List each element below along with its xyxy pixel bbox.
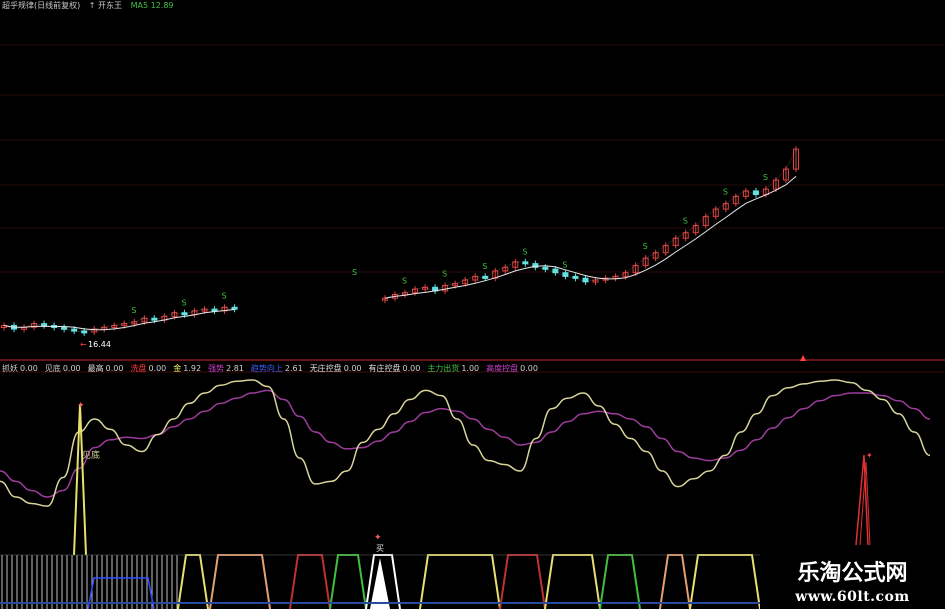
sell-marker: S [763, 173, 768, 182]
indicator-name: 金 [173, 364, 182, 373]
indicator-item: 有庄控盘 0.00 [369, 364, 421, 373]
min-price-label: 16.44 [88, 340, 111, 349]
indicator-name: 趋势向上 [250, 364, 283, 373]
indicator-name: 最高 [87, 364, 104, 373]
signal-trapezoid [289, 554, 331, 609]
watermark-line2: www.60lt.com [795, 589, 910, 605]
signal-trapezoid [689, 554, 761, 609]
indicator-value: 0.00 [105, 364, 124, 373]
spike-marker: ✦ [77, 401, 85, 411]
indicator-header: 抓妖 0.00 见底 0.00 最高 0.00 洗盘 0.00 金 1.92 强势 2.81 趋势向上 2… [2, 363, 545, 374]
indicator-name: 有庄控盘 [368, 364, 401, 373]
sell-spike-marker: ✦ [866, 451, 873, 460]
indicator-name: 无庄控盘 [309, 364, 342, 373]
indicator-item: 无庄控盘 0.00 [310, 364, 362, 373]
indicator-item: 见底 0.00 [45, 364, 81, 373]
sell-marker: S [222, 291, 227, 300]
indicator-name: 强势 [208, 364, 225, 373]
signal-trapezoid [209, 554, 271, 609]
series-d-line [0, 389, 931, 498]
indicator-value: 0.00 [20, 364, 38, 373]
indicator-item: 最高 0.00 [88, 364, 124, 373]
chart-stage: 超乎规律(日线前复权) ↑ 开东王 MA5 12.89 SSSSSSSSSSSS… [0, 0, 945, 609]
sell-marker: S [643, 242, 648, 251]
indicator-item: 主力出货 1.00 [427, 364, 479, 373]
site-watermark: 乐淘公式网 www.60lt.com [760, 556, 945, 609]
indicator-value: 0.00 [402, 364, 421, 373]
indicator-name: 抓妖 [2, 364, 18, 373]
sell-marker: S [442, 269, 447, 278]
indicator-item: 高度控盘 0.00 [486, 364, 538, 373]
indicator-value: 2.81 [226, 364, 244, 373]
sell-marker: S [402, 277, 407, 286]
indicator-item: 洗盘 0.00 [130, 364, 166, 373]
bottom-label: 见底 [82, 449, 100, 461]
close-trace [3, 149, 797, 333]
watermark-line1: 乐淘公式网 [797, 560, 908, 586]
indicator-item: 强势 2.81 [208, 364, 244, 373]
indicator-item: 抓妖 0.00 [2, 364, 38, 373]
sell-marker: S [352, 268, 357, 277]
indicator-name: 高度控盘 [486, 364, 519, 373]
signal-trapezoid [659, 554, 691, 609]
sell-marker: S [562, 260, 567, 269]
signal-trapezoid [419, 554, 501, 609]
series-k-line [0, 379, 931, 507]
indicator-value: 0.00 [343, 364, 362, 373]
indicator-item: 金 1.92 [173, 364, 201, 373]
buy-marker: ✦ [374, 533, 382, 543]
indicator-name: 见底 [44, 364, 61, 373]
sell-marker: S [723, 188, 728, 197]
sell-marker: S [482, 262, 487, 271]
bottom-spike [73, 403, 87, 556]
indicator-value: 0.00 [62, 364, 81, 373]
candle-body [41, 323, 48, 327]
indicator-value: 0.00 [148, 364, 167, 373]
min-arrow: ← [80, 340, 87, 349]
blue-trapezoid [87, 577, 155, 609]
sell-spike [859, 461, 871, 546]
signal-trapezoid [499, 554, 546, 609]
indicator-item: 趋势向上 2.61 [251, 364, 303, 373]
buy-label: 买 [376, 544, 384, 553]
signal-trapezoid [177, 554, 209, 609]
indicator-name: 洗盘 [130, 364, 147, 373]
chart-canvas: SSSSSSSSSSSSS16.44←▲✦见底 ✦✦买 [0, 44, 945, 609]
signal-trapezoid [599, 554, 641, 609]
signal-trapezoid [544, 554, 601, 609]
sell-marker: S [131, 306, 136, 315]
sell-marker: S [522, 248, 527, 257]
sell-marker: S [181, 299, 186, 308]
indicator-value: 0.00 [520, 364, 538, 373]
signal-trapezoid [329, 554, 367, 609]
alert-marker: ▲ [800, 353, 807, 362]
ma-line [3, 176, 797, 331]
indicator-value: 1.92 [183, 364, 202, 373]
indicator-value: 1.00 [461, 364, 480, 373]
indicator-value: 2.61 [284, 364, 303, 373]
sell-marker: S [683, 217, 688, 226]
indicator-name: 主力出货 [427, 364, 460, 373]
